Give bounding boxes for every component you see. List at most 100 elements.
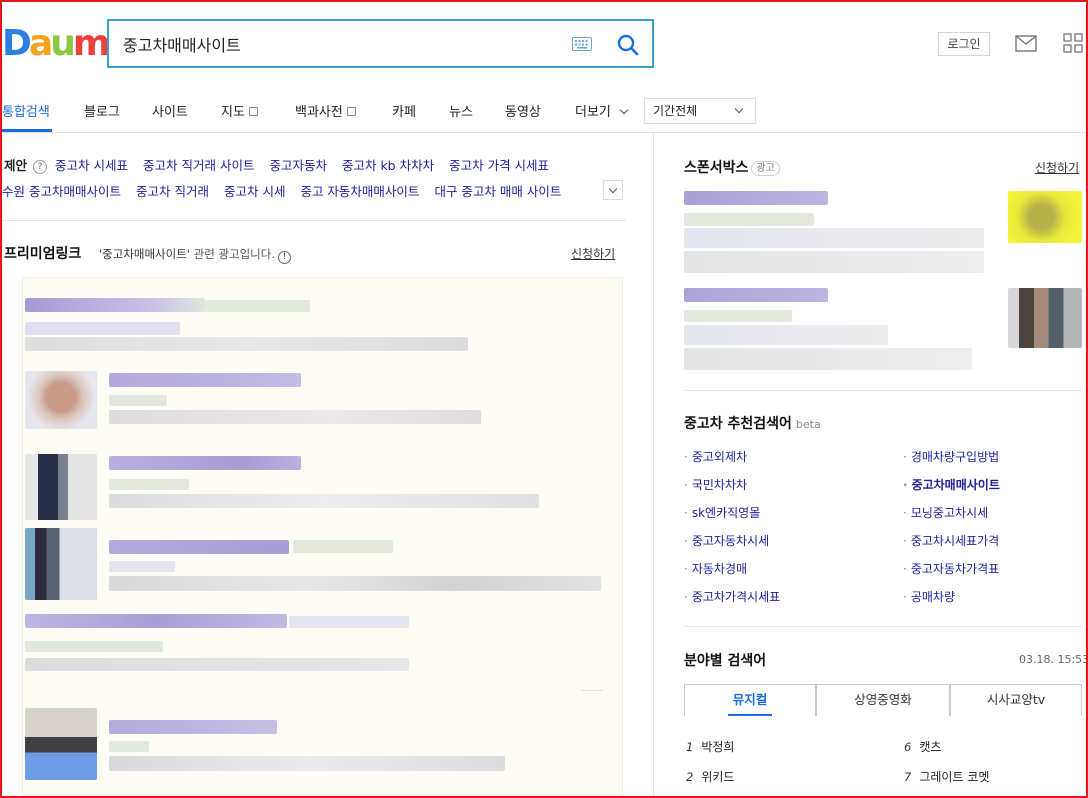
tab-blog[interactable]: 블로그 <box>84 101 120 120</box>
tab-musical[interactable]: 뮤지컬 <box>684 684 816 716</box>
tab-more[interactable]: 더보기 <box>575 101 629 120</box>
chevron-down-icon <box>734 104 744 114</box>
ad-thumbnail[interactable] <box>25 528 97 600</box>
recommend-item-current[interactable]: 중고차매매사이트 <box>903 476 1000 493</box>
suggest-link[interactable]: 중고차 시세 <box>224 184 285 199</box>
ad-title-blurred[interactable] <box>109 720 277 734</box>
recommend-title-label: 중고차 추천검색어 <box>684 416 792 432</box>
recommend-item[interactable]: sk엔카직영몰 <box>684 504 760 521</box>
ad-title-blurred[interactable] <box>109 540 289 554</box>
ad-desc-blurred <box>109 561 175 572</box>
notice-icon[interactable]: ! <box>278 251 291 264</box>
rank-label: 캣츠 <box>919 740 942 754</box>
recommend-item[interactable]: 중고자동차시세 <box>684 532 769 549</box>
recommend-item[interactable]: 자동차경매 <box>684 560 747 577</box>
active-tab-underline <box>2 129 52 132</box>
suggest-expand-button[interactable] <box>603 180 623 200</box>
suggest-link[interactable]: 대구 중고차 매매 사이트 <box>434 184 561 199</box>
tab-site[interactable]: 사이트 <box>152 101 188 120</box>
suggest-link[interactable]: 중고차 가격 시세표 <box>449 158 549 173</box>
rank-number: 2 <box>686 770 694 784</box>
premium-desc-suffix: 관련 광고입니다. <box>189 247 275 261</box>
ad-desc-blurred <box>109 410 481 424</box>
daum-logo[interactable]: Daum <box>2 23 110 64</box>
sponsor-thumbnail[interactable] <box>1008 288 1082 348</box>
ad-title-blurred[interactable] <box>109 456 301 470</box>
recommend-title: 중고차 추천검색어 beta <box>684 413 821 433</box>
tab-current-affairs-tv[interactable]: 시사교양tv <box>950 684 1082 716</box>
ad-desc-blurred <box>109 576 601 591</box>
rank-label: 위키드 <box>701 770 735 784</box>
recommend-item[interactable]: 공매차량 <box>903 588 955 605</box>
category-update-time: 03.18. 15:53 <box>1019 653 1088 666</box>
ad-title-blurred[interactable] <box>25 298 205 312</box>
rank-item[interactable]: 1 박정희 <box>686 738 734 755</box>
recommend-item[interactable]: 국민차차차 <box>684 476 747 493</box>
mail-icon[interactable] <box>1015 35 1037 52</box>
active-tab-underline <box>728 714 772 716</box>
sponsor-desc-blurred <box>684 228 984 248</box>
chevron-down-icon <box>619 105 629 115</box>
login-button[interactable]: 로그인 <box>938 32 990 56</box>
sponsor-desc-blurred <box>684 325 888 345</box>
ad-url-blurred <box>109 395 167 406</box>
category-search-title: 분야별 검색어 <box>684 653 767 669</box>
ad-title-blurred[interactable] <box>109 373 301 387</box>
divider <box>684 626 1082 627</box>
ad-desc-blurred <box>25 322 180 335</box>
ad-desc-blurred <box>25 337 468 351</box>
recommend-item[interactable]: 중고차가격시세표 <box>684 588 780 605</box>
search-category-nav: 통합검색 블로그 사이트 지도 백과사전 카페 뉴스 동영상 더보기 기간전체 <box>0 88 1088 133</box>
sponsor-apply-link[interactable]: 신청하기 <box>1035 159 1079 176</box>
sponsor-thumbnail[interactable] <box>1008 191 1082 243</box>
divider <box>684 390 1082 391</box>
suggest-link[interactable]: 중고차 직거래 <box>136 184 209 199</box>
tab-news[interactable]: 뉴스 <box>449 101 473 120</box>
keyboard-icon[interactable] <box>572 37 592 51</box>
ad-title-blurred[interactable] <box>25 614 287 628</box>
suggest-label: 제안 <box>4 158 28 173</box>
chevron-down-icon <box>608 184 618 194</box>
tab-integrated-search[interactable]: 통합검색 <box>2 101 50 120</box>
logo-letter-u: u <box>50 23 76 64</box>
period-select[interactable]: 기간전체 <box>644 98 756 124</box>
sponsor-url-blurred <box>684 213 814 226</box>
suggest-link[interactable]: 중고차 직거래 사이트 <box>143 158 254 173</box>
recommend-item[interactable]: 중고차시세표가격 <box>903 532 999 549</box>
tab-cafe[interactable]: 카페 <box>392 101 416 120</box>
help-icon[interactable]: ? <box>33 160 48 174</box>
ad-thumbnail[interactable] <box>25 454 97 520</box>
rank-item[interactable]: 6 캣츠 <box>904 738 941 755</box>
ad-url-blurred <box>289 616 409 628</box>
apps-grid-icon[interactable] <box>1063 33 1083 53</box>
suggest-link[interactable]: 중고차 시세표 <box>55 158 128 173</box>
tab-encyclopedia[interactable]: 백과사전 <box>295 101 356 120</box>
ad-thumbnail[interactable] <box>25 708 97 780</box>
premium-link-title: 프리미엄링크 <box>4 246 82 262</box>
sponsor-box-label: 스폰서박스 <box>684 160 749 176</box>
popup-box-icon <box>248 107 258 116</box>
ad-thumbnail[interactable] <box>25 371 97 429</box>
sponsor-title-blurred[interactable] <box>684 288 828 302</box>
rank-item[interactable]: 7 그레이트 코멧 <box>904 768 989 785</box>
recommend-item[interactable]: 중고자동차가격표 <box>903 560 999 577</box>
premium-apply-link[interactable]: 신청하기 <box>571 245 615 262</box>
suggest-link[interactable]: 중고 자동차매매사이트 <box>300 184 419 199</box>
tab-video[interactable]: 동영상 <box>505 101 541 120</box>
rank-item[interactable]: 2 위키드 <box>686 768 734 785</box>
recommend-item[interactable]: 중고외제차 <box>684 448 747 465</box>
tab-now-showing-movies[interactable]: 상영중영화 <box>816 684 950 716</box>
search-input[interactable] <box>123 31 553 57</box>
search-icon[interactable] <box>616 33 640 57</box>
sponsor-box-title: 스폰서박스 광고 <box>684 157 780 177</box>
recommend-item[interactable]: 경매차량구입방법 <box>903 448 999 465</box>
suggest-link[interactable]: 중고자동차 <box>269 158 327 173</box>
tab-musical-label: 뮤지컬 <box>732 692 768 707</box>
suggest-link[interactable]: 중고차 kb 차차차 <box>342 158 434 173</box>
sponsor-title-blurred[interactable] <box>684 191 828 205</box>
ad-url-blurred <box>109 479 189 490</box>
tab-map[interactable]: 지도 <box>221 101 258 120</box>
suggest-link[interactable]: 수원 중고차매매사이트 <box>2 184 121 199</box>
period-select-label: 기간전체 <box>653 104 698 118</box>
recommend-item[interactable]: 모닝중고차시세 <box>903 504 988 521</box>
